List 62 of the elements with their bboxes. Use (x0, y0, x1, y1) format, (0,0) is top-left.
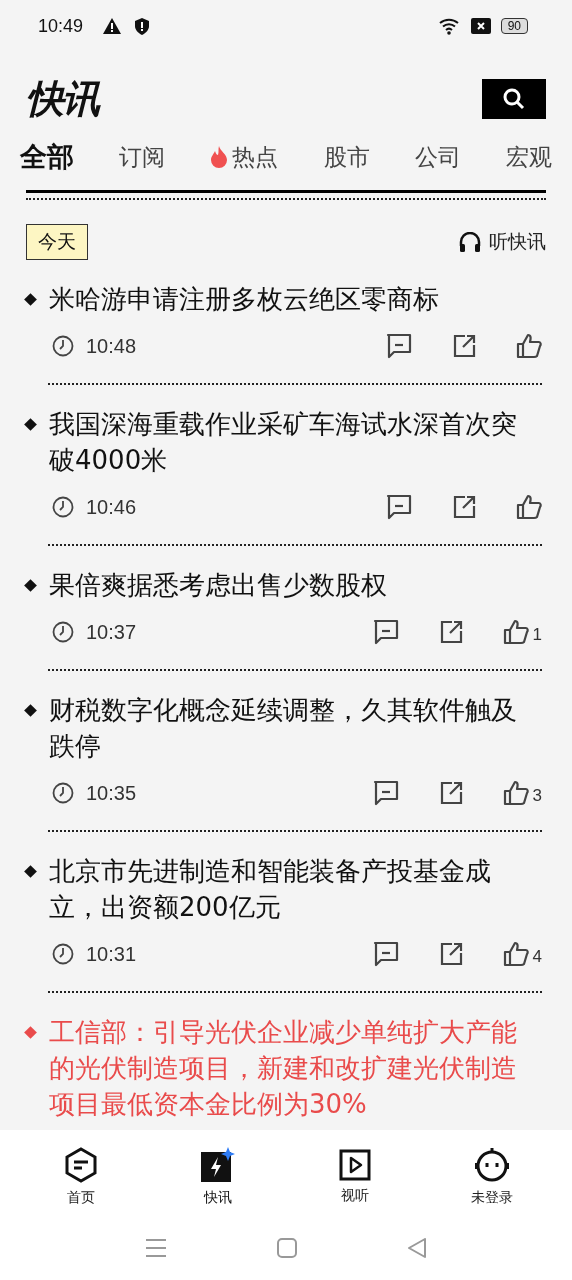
clock-icon (52, 782, 74, 804)
headphones-icon (459, 232, 481, 252)
search-button[interactable] (482, 79, 546, 119)
nav-tab[interactable]: 首页 (30, 1147, 131, 1207)
like-count: 4 (532, 947, 542, 967)
share-icon[interactable] (438, 942, 463, 966)
nav-tab[interactable]: 未登录 (441, 1147, 542, 1207)
hexagon-icon (63, 1147, 98, 1183)
tab[interactable]: 股市 (323, 141, 370, 173)
news-time: 10:48 (86, 334, 137, 358)
play-icon (338, 1149, 371, 1181)
news-time: 10:31 (86, 942, 137, 966)
tab[interactable]: 宏观 (505, 141, 552, 173)
shield-icon (135, 17, 150, 35)
thumbs-up-icon[interactable] (516, 333, 542, 359)
like-count: 1 (532, 625, 542, 645)
search-icon (503, 88, 525, 110)
share-icon[interactable] (438, 781, 463, 805)
news-title[interactable]: 果倍爽据悉考虑出售少数股权 (49, 567, 387, 603)
thumbs-up-icon[interactable] (516, 494, 542, 520)
warning-icon (103, 18, 122, 34)
back-icon[interactable] (407, 1238, 427, 1258)
logo: 快讯 (26, 75, 98, 123)
comment-icon[interactable] (372, 780, 399, 806)
comment-icon[interactable] (372, 619, 399, 645)
menu-icon[interactable] (145, 1238, 167, 1258)
comment-icon[interactable] (372, 941, 399, 967)
listen-button[interactable]: 听快讯 (459, 229, 546, 255)
wifi-icon (438, 17, 461, 35)
lightning-sparkle-icon (199, 1147, 236, 1183)
robot-face-icon (473, 1147, 510, 1183)
share-icon[interactable] (452, 334, 476, 358)
clock-icon (52, 621, 74, 643)
tab[interactable]: 订阅 (119, 141, 166, 173)
news-time: 10:37 (86, 620, 137, 644)
comment-icon[interactable] (386, 333, 412, 359)
sim-icon (470, 18, 491, 34)
news-title[interactable]: 财税数字化概念延续调整，久其软件触及跌停 (49, 692, 542, 764)
clock-icon (52, 335, 74, 357)
news-time: 10:46 (86, 495, 137, 519)
home-square-icon[interactable] (277, 1238, 297, 1258)
comment-icon[interactable] (386, 494, 412, 520)
clock-icon (52, 496, 74, 518)
nav-tab[interactable]: 快讯 (167, 1147, 268, 1207)
status-time: 10:49 (38, 15, 84, 37)
thumbs-up-icon[interactable] (502, 619, 529, 645)
share-icon[interactable] (438, 620, 463, 644)
clock-icon (52, 943, 74, 965)
like-count: 3 (532, 786, 542, 806)
date-badge: 今天 (26, 224, 88, 260)
thumbs-up-icon[interactable] (502, 780, 529, 806)
battery-level: 90 (500, 18, 528, 34)
tab[interactable]: 公司 (414, 141, 461, 173)
nav-tab[interactable]: 视听 (304, 1149, 405, 1205)
news-time: 10:35 (86, 781, 137, 805)
tab[interactable]: 热点 (210, 141, 279, 173)
share-icon[interactable] (452, 495, 476, 519)
news-title[interactable]: 米哈游申请注册多枚云绝区零商标 (49, 281, 439, 317)
thumbs-up-icon[interactable] (502, 941, 529, 967)
news-title[interactable]: 我国深海重载作业采矿车海试水深首次突破4000米 (49, 406, 542, 478)
news-title[interactable]: 北京市先进制造和智能装备产投基金成立，出资额200亿元 (49, 853, 542, 925)
tab[interactable]: 全部 (20, 139, 74, 175)
